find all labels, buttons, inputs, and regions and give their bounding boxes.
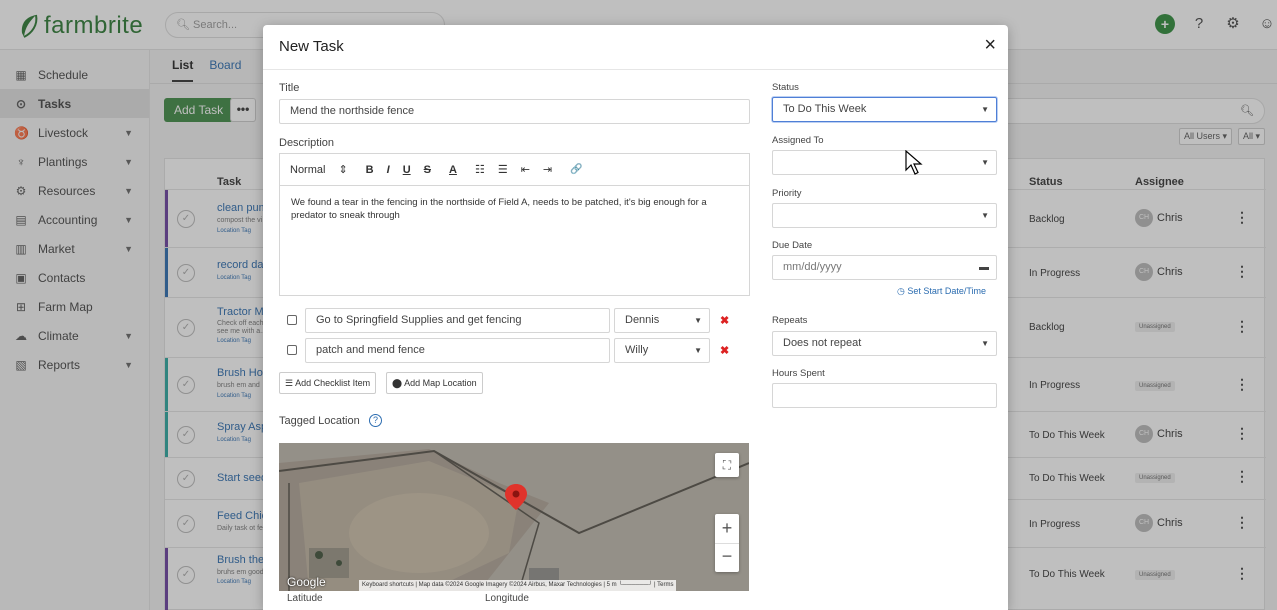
ordered-list-icon[interactable]: ☷	[475, 163, 485, 176]
repeats-label: Repeats	[772, 315, 808, 326]
checklist-assignee-select[interactable]: Dennis ▼	[614, 308, 710, 333]
modal-title: New Task	[279, 38, 344, 55]
close-icon[interactable]: ×	[984, 35, 996, 55]
italic-button[interactable]: I	[387, 164, 390, 176]
strikethrough-button[interactable]: S	[424, 164, 431, 176]
fullscreen-icon[interactable]: ⛶	[715, 453, 739, 477]
new-task-modal: New Task × Title Mend the northside fenc…	[263, 25, 1008, 610]
chevron-down-icon: ▼	[694, 346, 702, 355]
status-label: Status	[772, 82, 799, 93]
description-label: Description	[279, 137, 335, 149]
text-color-button[interactable]: A	[449, 164, 457, 176]
button-label: Add Map Location	[404, 378, 477, 388]
priority-select[interactable]: ▼	[772, 203, 997, 228]
checklist-item-input[interactable]: Go to Springfield Supplies and get fenci…	[305, 308, 610, 333]
indent-icon[interactable]: ⇥	[543, 163, 552, 176]
editor-toolbar: Normal ⇕ B I U S A ☷ ☰ ⇤ ⇥ 🔗	[280, 154, 749, 186]
map-pin-icon: ⬤	[392, 378, 405, 388]
status-select[interactable]: To Do This Week ▼	[772, 97, 997, 122]
description-editor: Normal ⇕ B I U S A ☷ ☰ ⇤ ⇥ 🔗 We found a …	[279, 153, 750, 296]
clock-icon: ◷	[897, 286, 908, 296]
repeats-value: Does not repeat	[783, 337, 862, 349]
tagged-location-label: Tagged Location	[279, 415, 360, 427]
chevron-down-icon: ▼	[694, 316, 702, 325]
checklist-icon: ☰	[285, 378, 296, 388]
latitude-label: Latitude	[287, 593, 323, 604]
checklist-assignee: Dennis	[625, 314, 660, 326]
button-label: Add Checklist Item	[295, 378, 371, 388]
bullet-list-icon[interactable]: ☰	[498, 163, 508, 176]
bold-button[interactable]: B	[366, 164, 374, 176]
priority-label: Priority	[772, 188, 802, 199]
title-input[interactable]: Mend the northside fence	[279, 99, 750, 124]
hours-spent-input[interactable]	[772, 383, 997, 408]
zoom-out-button[interactable]: −	[715, 543, 739, 572]
underline-button[interactable]: U	[403, 164, 411, 176]
assigned-to-label: Assigned To	[772, 135, 824, 146]
delete-icon[interactable]: ✖	[720, 314, 729, 327]
title-label: Title	[279, 82, 300, 94]
description-text[interactable]: We found a tear in the fencing in the no…	[280, 186, 749, 232]
chevron-down-icon: ▼	[981, 105, 989, 114]
repeats-select[interactable]: Does not repeat ▼	[772, 331, 997, 356]
status-value: To Do This Week	[783, 103, 867, 115]
checklist-checkbox[interactable]	[287, 345, 297, 355]
checklist-checkbox[interactable]	[287, 315, 297, 325]
modal-header: New Task ×	[263, 25, 1008, 70]
zoom-in-button[interactable]: +	[715, 514, 739, 543]
link-icon[interactable]: 🔗	[570, 164, 582, 175]
location-map[interactable]: ⛶ + − Google Keyboard shortcuts | Map da…	[279, 443, 749, 591]
checklist-item-input[interactable]: patch and mend fence	[305, 338, 610, 363]
chevron-down-icon: ▼	[981, 211, 989, 220]
google-logo: Google	[287, 575, 326, 589]
zoom-controls: + −	[715, 514, 739, 572]
checklist-assignee-select[interactable]: Willy ▼	[614, 338, 710, 363]
calendar-icon[interactable]: ▬	[979, 256, 989, 279]
due-date-input[interactable]: mm/dd/yyyy ▬	[772, 255, 997, 280]
format-select-arrow-icon[interactable]: ⇕	[338, 163, 347, 176]
hours-spent-label: Hours Spent	[772, 368, 825, 379]
help-icon[interactable]: ?	[369, 414, 382, 427]
chevron-down-icon: ▼	[981, 339, 989, 348]
outdent-icon[interactable]: ⇤	[521, 163, 530, 176]
due-date-label: Due Date	[772, 240, 813, 251]
format-select[interactable]: Normal	[290, 164, 325, 176]
map-attribution: Keyboard shortcuts | Map data ©2024 Goog…	[359, 580, 677, 591]
delete-icon[interactable]: ✖	[720, 344, 729, 357]
add-map-location-button[interactable]: ⬤ Add Map Location	[386, 372, 483, 394]
assigned-to-select[interactable]: ▼	[772, 150, 997, 175]
link-label: Set Start Date/Time	[907, 286, 987, 296]
due-date-placeholder: mm/dd/yyyy	[783, 261, 842, 273]
longitude-label: Longitude	[485, 593, 529, 604]
chevron-down-icon: ▼	[981, 158, 989, 167]
set-start-date-link[interactable]: ◷ Set Start Date/Time	[897, 286, 986, 297]
satellite-imagery	[279, 443, 749, 591]
add-checklist-item-button[interactable]: ☰ Add Checklist Item	[279, 372, 377, 394]
checklist-assignee: Willy	[625, 344, 649, 356]
mouse-cursor-icon	[905, 150, 923, 175]
